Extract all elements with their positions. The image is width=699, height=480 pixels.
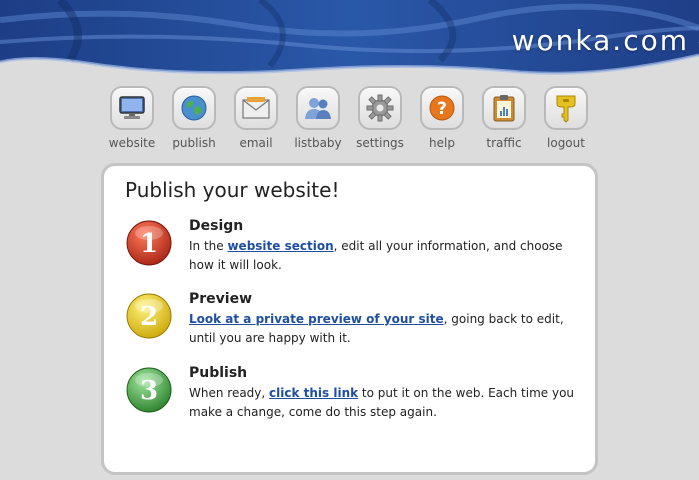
website-section-link[interactable]: website section [227, 239, 333, 253]
step-design: 1 Design In the website section, edit al… [126, 218, 576, 280]
svg-text:2: 2 [140, 302, 158, 332]
nav-button-help[interactable]: ? [420, 86, 464, 130]
page-title: Publish your website! [125, 178, 340, 202]
step-description: Look at a private preview of your site, … [189, 312, 564, 345]
nav-item-listbaby[interactable]: listbaby [287, 86, 349, 156]
clipboard-icon [493, 95, 515, 122]
nav-button-traffic[interactable] [482, 86, 526, 130]
question-icon: ? [429, 95, 455, 121]
nav-label-traffic: traffic [486, 136, 522, 150]
step-description: When ready, click this link to put it on… [189, 386, 575, 419]
svg-text:3: 3 [140, 376, 158, 406]
step-title: Design [189, 218, 244, 234]
number-one-badge-icon: 1 [126, 220, 172, 266]
nav-button-logout[interactable] [544, 86, 588, 130]
main-nav: website publish email listbaby settings … [101, 86, 597, 156]
site-brand[interactable]: wonka.com [512, 24, 689, 57]
step-publish: 3 Publish When ready, click this link to… [126, 365, 576, 427]
nav-label-settings: settings [356, 136, 404, 150]
nav-item-help[interactable]: ? help [411, 86, 473, 156]
step-preview: 2 Preview Look at a private preview of y… [126, 291, 576, 353]
private-preview-link[interactable]: Look at a private preview of your site [189, 312, 444, 326]
monitor-icon [119, 96, 145, 119]
number-three-badge-icon: 3 [126, 367, 172, 413]
envelope-icon [242, 97, 270, 119]
step-title: Publish [189, 365, 248, 381]
nav-item-email[interactable]: email [225, 86, 287, 156]
people-icon [305, 98, 331, 119]
nav-button-email[interactable] [234, 86, 278, 130]
step-text: Preview Look at a private preview of you… [189, 291, 584, 348]
key-icon [556, 95, 576, 123]
svg-text:1: 1 [140, 229, 158, 259]
publish-panel: Publish your website! 1 Design In the we… [101, 163, 598, 475]
nav-label-publish: publish [172, 136, 216, 150]
step-title: Preview [189, 291, 253, 307]
nav-label-help: help [429, 136, 455, 150]
step-text: Publish When ready, click this link to p… [189, 365, 584, 422]
globe-icon [181, 95, 207, 121]
number-two-badge-icon: 2 [126, 293, 172, 339]
nav-label-logout: logout [547, 136, 585, 150]
nav-button-website[interactable] [110, 86, 154, 130]
nav-button-settings[interactable] [358, 86, 402, 130]
svg-text:?: ? [437, 99, 447, 119]
nav-item-website[interactable]: website [101, 86, 163, 156]
nav-label-listbaby: listbaby [294, 136, 342, 150]
step-text: Design In the website section, edit all … [189, 218, 584, 275]
publish-link[interactable]: click this link [269, 386, 358, 400]
nav-label-website: website [108, 136, 156, 150]
nav-item-traffic[interactable]: traffic [473, 86, 535, 156]
header-banner: wonka.com [0, 0, 699, 80]
nav-item-logout[interactable]: logout [535, 86, 597, 156]
nav-button-publish[interactable] [172, 86, 216, 130]
step-description: In the website section, edit all your in… [189, 239, 563, 272]
nav-label-email: email [239, 136, 273, 150]
nav-button-listbaby[interactable] [296, 86, 340, 130]
gear-icon [366, 94, 394, 122]
nav-item-settings[interactable]: settings [349, 86, 411, 156]
nav-item-publish[interactable]: publish [163, 86, 225, 156]
